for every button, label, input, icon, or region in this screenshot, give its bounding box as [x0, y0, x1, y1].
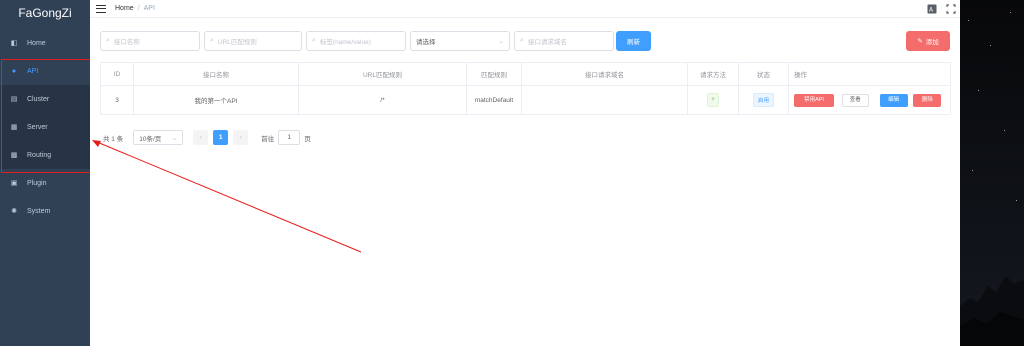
cell-match: matchDefault: [466, 85, 522, 115]
tag-input[interactable]: ⌕ 标签(name/value): [306, 31, 406, 51]
url-rule-input[interactable]: ⌕ URL匹配规则: [204, 31, 302, 51]
chevron-down-icon: ⌄: [171, 134, 178, 142]
add-button-label: 添加: [925, 39, 939, 46]
cell-status: 启用: [738, 85, 789, 115]
prev-page-button[interactable]: ‹: [193, 130, 209, 145]
api-table: ID 接口名称 URL匹配规则 匹配规则 接口请求域名 请求方法 状态 操作 3…: [100, 62, 951, 115]
column-header: URL匹配规则: [298, 62, 467, 86]
column-header: 操作: [788, 62, 951, 86]
next-page-button[interactable]: ›: [233, 130, 249, 145]
page-number-current[interactable]: 1: [213, 130, 229, 145]
search-icon: ⌕: [210, 37, 214, 44]
cell-name: 我的第一个API: [133, 85, 299, 115]
settings-icon: ✺: [11, 208, 17, 215]
app-logo: FaGongZi: [18, 6, 72, 20]
input-placeholder: 接口名称: [113, 39, 140, 46]
input-placeholder: 标签(name/value): [319, 39, 371, 46]
goto-suffix: 页: [304, 135, 311, 143]
pagination: 共 1 条 10条/页 ⌄ ‹ 1 › 前往 1 页: [103, 130, 311, 145]
sidebar: FaGongZi ◧ Home ● API ▤ Cluster ▦ Server…: [0, 0, 90, 346]
edit-icon: ✎: [917, 38, 923, 45]
edit-button[interactable]: 编辑: [879, 93, 908, 107]
sidebar-item-home[interactable]: ◧ Home: [0, 29, 90, 57]
sidebar-item-system[interactable]: ✺ System: [0, 197, 90, 225]
column-header: 接口请求域名: [521, 62, 688, 86]
goto-page: 前往 1 页: [261, 130, 311, 145]
column-header: 接口名称: [133, 62, 299, 86]
search-icon: ⌕: [106, 37, 110, 44]
dashboard-icon: ◧: [10, 40, 18, 47]
grid-icon: ▩: [10, 152, 18, 159]
document-icon: ▤: [10, 96, 18, 103]
fullscreen-icon[interactable]: [946, 4, 956, 14]
filter-bar: ⌕ 接口名称 ⌕ URL匹配规则 ⌕ 标签(name/value) 请选择 ⌄ …: [100, 31, 614, 51]
column-header: 匹配规则: [466, 62, 522, 86]
status-badge: 启用: [752, 93, 774, 107]
column-header: 状态: [738, 62, 789, 86]
cell-url: /*: [298, 85, 467, 115]
add-button[interactable]: ✎ 添加: [906, 31, 950, 51]
hamburger-icon[interactable]: [96, 4, 106, 13]
table-header-row: ID 接口名称 URL匹配规则 匹配规则 接口请求域名 请求方法 状态 操作: [100, 62, 951, 86]
sidebar-item-label: Server: [27, 123, 48, 131]
cell-id: 3: [100, 85, 134, 115]
cell-domain: [521, 85, 688, 115]
sidebar-item-plugin[interactable]: ▣ Plugin: [0, 169, 90, 197]
delete-button[interactable]: 删除: [913, 93, 942, 107]
breadcrumb-separator: /: [137, 5, 140, 12]
cell-method: +: [687, 85, 739, 115]
sidebar-item-server[interactable]: ▦ Server: [0, 113, 90, 141]
table-row: 3 我的第一个API /* matchDefault + 启用 禁用API 查看…: [100, 85, 951, 115]
disable-api-button[interactable]: 禁用API: [794, 93, 834, 107]
sidebar-item-api[interactable]: ● API: [0, 57, 90, 85]
view-button[interactable]: 查看: [841, 93, 869, 107]
sidebar-item-routing[interactable]: ▩ Routing: [0, 141, 90, 169]
server-icon: ▦: [10, 124, 18, 131]
select-value: 请选择: [416, 39, 436, 46]
sidebar-item-cluster[interactable]: ▤ Cluster: [0, 85, 90, 113]
sidebar-item-label: Home: [27, 39, 46, 47]
breadcrumb-current: API: [143, 5, 155, 12]
goto-label: 前往: [261, 135, 275, 143]
method-tag: +: [707, 93, 719, 107]
sidebar-item-label: Cluster: [27, 95, 50, 103]
column-header: 请求方法: [687, 62, 739, 86]
domain-input[interactable]: ⌕ 接口请求域名: [514, 31, 614, 51]
refresh-button[interactable]: 刷新: [616, 31, 651, 51]
search-icon: ⌕: [312, 37, 316, 44]
api-name-input[interactable]: ⌕ 接口名称: [100, 31, 200, 51]
page-size-value: 10条/页: [139, 135, 162, 143]
sidebar-item-label: Plugin: [27, 179, 47, 187]
page-size-select[interactable]: 10条/页 ⌄: [133, 130, 184, 145]
search-icon: ⌕: [520, 37, 524, 44]
sidebar-item-label: Routing: [27, 151, 52, 159]
navbar: Home / API A: [90, 0, 960, 18]
globe-icon: ●: [11, 67, 17, 75]
input-placeholder: URL匹配规则: [217, 39, 257, 46]
cell-actions: 禁用API 查看 编辑 删除: [788, 85, 951, 115]
input-placeholder: 接口请求域名: [527, 39, 567, 46]
goto-page-input[interactable]: 1: [278, 130, 301, 145]
method-select[interactable]: 请选择 ⌄: [410, 31, 510, 51]
main-content: Home / API A ⌕ 接口名称 ⌕ URL匹配规则 ⌕ 标签(name/…: [90, 0, 960, 346]
background-night-image: [960, 0, 1024, 346]
chevron-down-icon: ⌄: [498, 38, 504, 45]
sidebar-item-label: System: [27, 207, 51, 215]
column-header: ID: [100, 62, 134, 86]
pagination-total: 共 1 条: [103, 135, 124, 143]
plugin-icon: ▣: [10, 180, 18, 187]
breadcrumb-home[interactable]: Home: [115, 5, 134, 12]
translate-icon[interactable]: A: [927, 4, 937, 14]
sidebar-item-label: API: [27, 67, 39, 75]
